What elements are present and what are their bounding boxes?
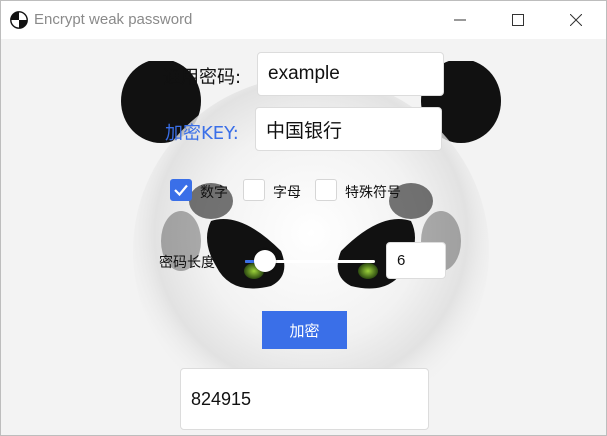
special-chars-checkbox[interactable] bbox=[315, 179, 337, 201]
title-bar[interactable]: Encrypt weak password bbox=[1, 1, 606, 39]
special-chars-label: 特殊符号 bbox=[345, 185, 401, 201]
panda-circle-icon bbox=[10, 11, 28, 29]
close-icon bbox=[570, 14, 582, 26]
length-spinbox[interactable]: 6 bbox=[386, 242, 446, 279]
digits-label: 数字 bbox=[200, 185, 228, 201]
maximize-icon bbox=[512, 14, 524, 26]
maximize-button[interactable] bbox=[489, 1, 547, 39]
minimize-icon bbox=[454, 19, 466, 21]
digits-checkbox[interactable] bbox=[170, 179, 192, 201]
general-password-label: 通用密码: bbox=[163, 67, 242, 88]
encryption-key-label: 加密KEY: bbox=[165, 123, 239, 144]
letters-checkbox[interactable] bbox=[243, 179, 265, 201]
window-title: Encrypt weak password bbox=[34, 11, 193, 28]
password-length-label: 密码长度 bbox=[159, 255, 215, 271]
encryption-key-input[interactable]: 中国银行 bbox=[255, 107, 442, 151]
general-password-input[interactable]: example bbox=[257, 52, 444, 96]
letters-label: 字母 bbox=[273, 185, 301, 201]
length-slider-thumb[interactable] bbox=[253, 250, 276, 272]
encrypt-button[interactable]: 加密 bbox=[262, 311, 347, 349]
app-window: Encrypt weak password 通用密码: example 加密KE… bbox=[0, 0, 607, 436]
check-icon bbox=[174, 184, 188, 197]
close-button[interactable] bbox=[547, 1, 605, 39]
minimize-button[interactable] bbox=[431, 1, 489, 39]
result-output-field[interactable]: 824915 bbox=[180, 368, 429, 430]
